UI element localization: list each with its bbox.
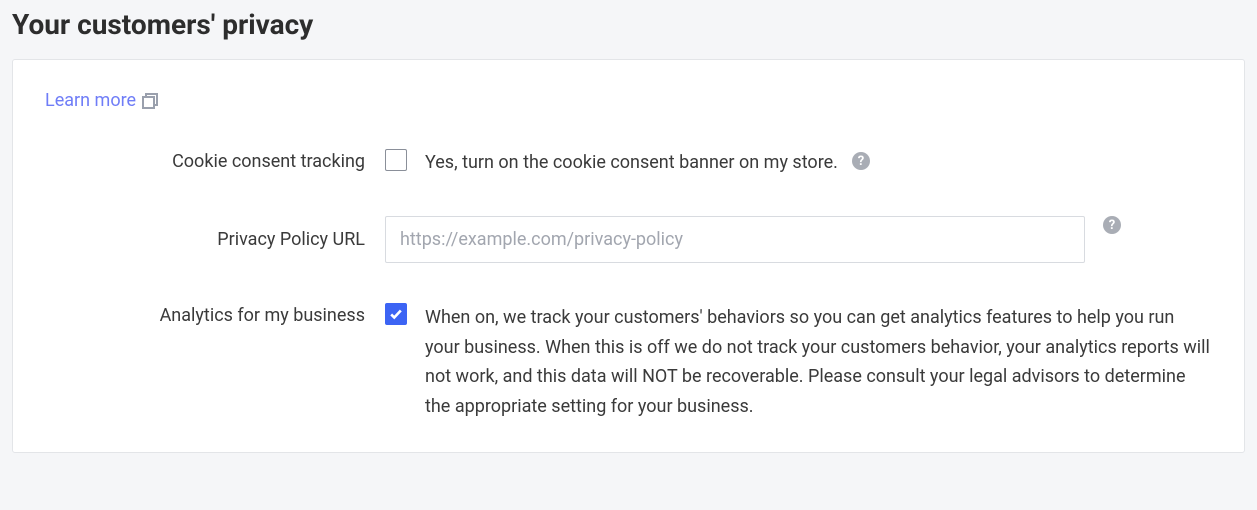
help-icon[interactable]: ? xyxy=(1103,216,1121,234)
learn-more-label: Learn more xyxy=(45,90,136,111)
row-cookie-consent: Cookie consent tracking Yes, turn on the… xyxy=(45,149,1212,176)
analytics-description: When on, we track your customers' behavi… xyxy=(425,303,1212,422)
cookie-consent-checkbox-label: Yes, turn on the cookie consent banner o… xyxy=(425,149,838,176)
row-analytics: Analytics for my business When on, we tr… xyxy=(45,303,1212,422)
learn-more-link[interactable]: Learn more xyxy=(45,90,158,111)
label-analytics: Analytics for my business xyxy=(45,303,385,326)
label-cookie-consent: Cookie consent tracking xyxy=(45,149,385,172)
check-icon xyxy=(389,307,403,321)
content-cookie-consent: Yes, turn on the cookie consent banner o… xyxy=(385,149,1212,176)
analytics-checkbox[interactable] xyxy=(385,303,407,325)
help-icon[interactable]: ? xyxy=(852,152,870,170)
learn-more-row: Learn more xyxy=(45,90,1212,111)
external-link-icon xyxy=(142,93,158,109)
content-privacy-policy: ? xyxy=(385,216,1212,263)
row-privacy-policy: Privacy Policy URL ? xyxy=(45,216,1212,263)
privacy-policy-input[interactable] xyxy=(385,216,1085,263)
page-title: Your customers' privacy xyxy=(12,8,1245,41)
privacy-settings-card: Learn more Cookie consent tracking Yes, … xyxy=(12,59,1245,453)
label-privacy-policy: Privacy Policy URL xyxy=(45,229,385,250)
content-analytics: When on, we track your customers' behavi… xyxy=(385,303,1212,422)
cookie-consent-checkbox[interactable] xyxy=(385,149,407,171)
